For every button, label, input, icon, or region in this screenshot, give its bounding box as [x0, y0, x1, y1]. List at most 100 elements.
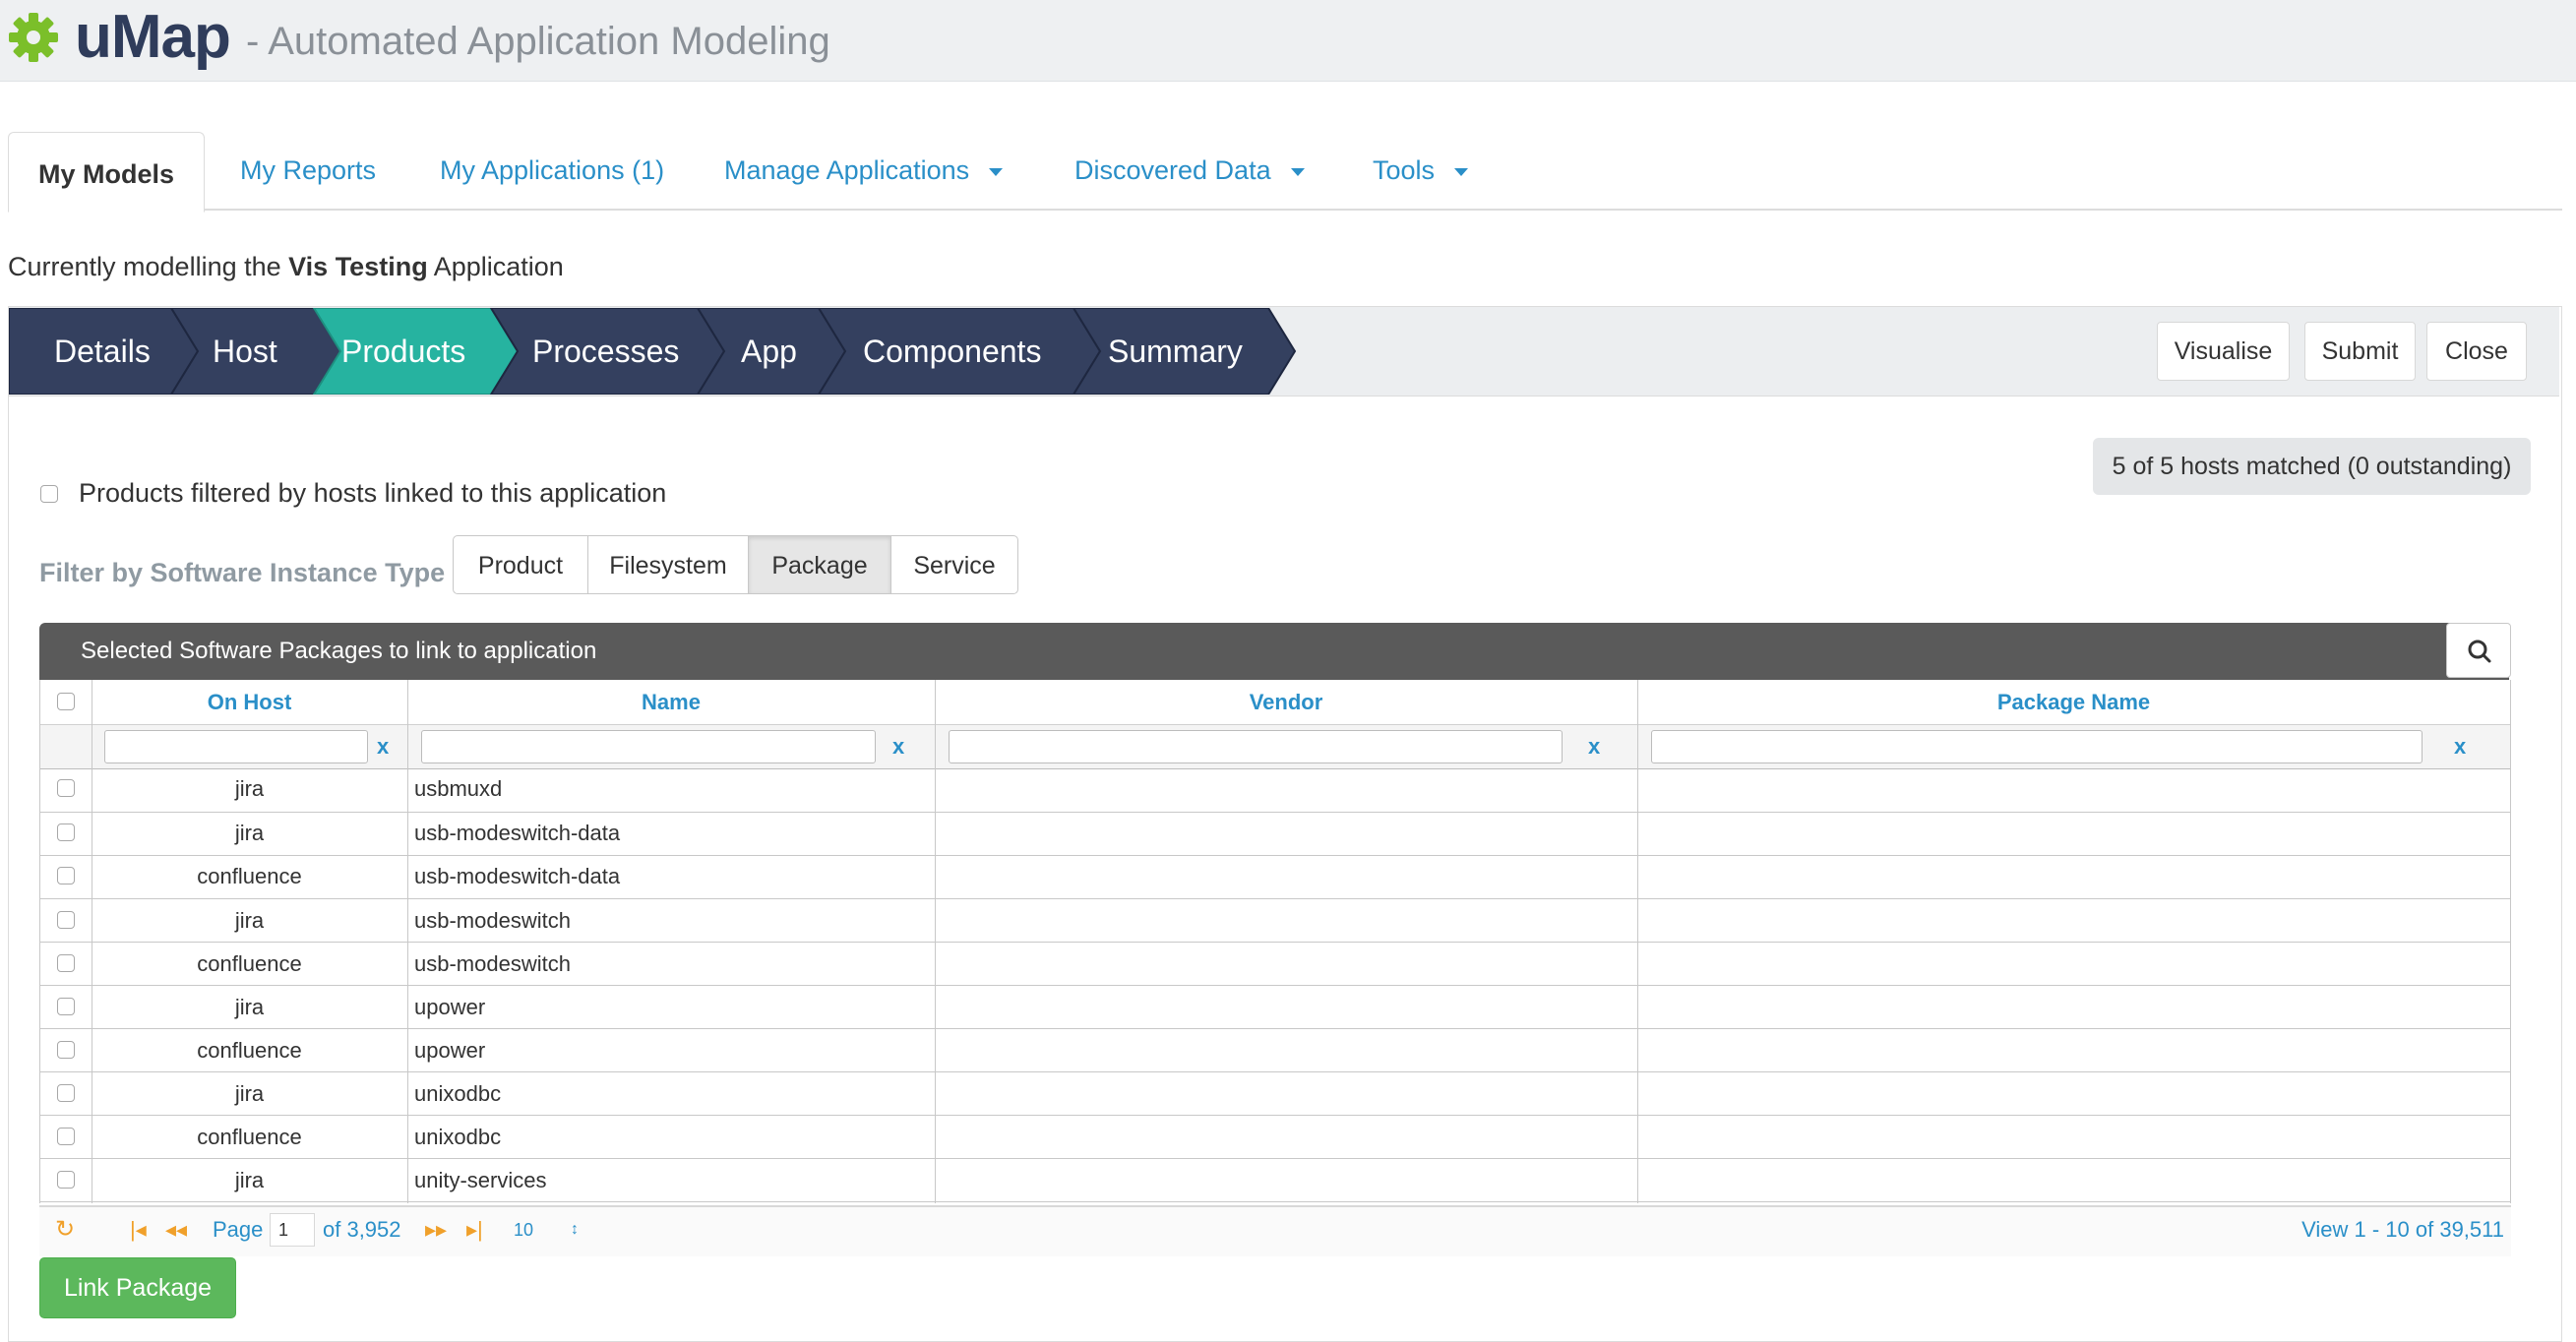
table-row[interactable]: [39, 1116, 2511, 1159]
row-name: usbmuxd: [414, 776, 503, 801]
row-name: usb-modeswitch: [414, 908, 571, 933]
row-checkbox[interactable]: [57, 1041, 75, 1059]
tab-label: Manage Applications: [724, 155, 970, 185]
name-filter-input[interactable]: [421, 730, 876, 763]
prev-page-icon[interactable]: ◂◂: [165, 1212, 187, 1248]
page-size-select[interactable]: 10: [514, 1212, 533, 1248]
wizard-step-processes[interactable]: Processes: [532, 308, 679, 395]
tab-tools[interactable]: Tools: [1373, 132, 1469, 209]
row-checkbox[interactable]: [57, 824, 75, 841]
table-row[interactable]: [39, 1029, 2511, 1072]
column-header-on-host[interactable]: On Host: [92, 680, 407, 724]
row-host: confluence: [197, 864, 302, 888]
modelling-app-name: Vis Testing: [288, 252, 428, 281]
table-row[interactable]: [39, 986, 2511, 1029]
row-checkbox[interactable]: [57, 1128, 75, 1145]
tab-manage-applications[interactable]: Manage Applications: [724, 132, 1004, 209]
tab-my-applications[interactable]: My Applications (1): [440, 132, 664, 209]
row-checkbox[interactable]: [57, 954, 75, 972]
last-page-icon[interactable]: ▸|: [466, 1212, 483, 1248]
row-name: upower: [414, 995, 486, 1019]
submit-button[interactable]: Submit: [2304, 322, 2416, 381]
grid-search-button[interactable]: [2446, 623, 2511, 678]
column-header-package-name[interactable]: Package Name: [1637, 680, 2510, 724]
modelling-prefix: Currently modelling the: [8, 252, 281, 281]
column-separator: [1637, 680, 1638, 1203]
table-row[interactable]: [39, 1072, 2511, 1116]
row-host: jira: [234, 908, 265, 933]
row-host: jira: [234, 1168, 265, 1192]
row-host: jira: [234, 1081, 265, 1106]
wizard-step-app[interactable]: App: [741, 308, 797, 395]
row-host: jira: [234, 776, 265, 801]
vendor-filter-clear[interactable]: x: [1588, 730, 1600, 763]
wizard-step-products[interactable]: Products: [341, 308, 465, 395]
visualise-button[interactable]: Visualise: [2157, 322, 2290, 381]
column-separator: [935, 680, 936, 1203]
type-package-button[interactable]: Package: [748, 535, 891, 594]
column-header-name[interactable]: Name: [407, 680, 935, 724]
tab-bar-divider: [8, 209, 2562, 211]
table-row[interactable]: [39, 899, 2511, 943]
hosts-matched-badge: 5 of 5 hosts matched (0 outstanding): [2093, 438, 2531, 495]
select-arrows-icon[interactable]: ↕: [571, 1212, 579, 1248]
tab-discovered-data[interactable]: Discovered Data: [1074, 132, 1305, 209]
chevron-down-icon: [1454, 167, 1469, 176]
link-package-button[interactable]: Link Package: [39, 1257, 236, 1318]
modelling-status: Currently modelling the Vis Testing Appl…: [8, 252, 564, 282]
tab-label: Discovered Data: [1074, 155, 1271, 185]
tab-my-models[interactable]: My Models: [8, 132, 205, 213]
wizard-step-summary[interactable]: Summary: [1108, 308, 1243, 395]
page-count: of 3,952: [323, 1217, 401, 1242]
row-host: confluence: [197, 951, 302, 976]
table-row[interactable]: [39, 769, 2511, 813]
type-product-button[interactable]: Product: [453, 535, 588, 594]
row-checkbox[interactable]: [57, 911, 75, 929]
grid-border-left: [39, 680, 40, 1203]
app-brand[interactable]: uMap: [75, 2, 231, 72]
column-header-vendor[interactable]: Vendor: [935, 680, 1637, 724]
package-name-filter-clear[interactable]: x: [2454, 730, 2466, 763]
grid-pager: [39, 1205, 2511, 1256]
table-row[interactable]: [39, 813, 2511, 856]
table-row[interactable]: [39, 1159, 2511, 1202]
row-name: unixodbc: [414, 1125, 502, 1149]
wizard-step-components[interactable]: Components: [863, 308, 1041, 395]
filter-by-hosts-checkbox[interactable]: [40, 485, 58, 503]
type-filesystem-button[interactable]: Filesystem: [587, 535, 749, 594]
row-checkbox[interactable]: [57, 779, 75, 797]
refresh-icon[interactable]: ↻: [55, 1212, 75, 1248]
row-checkbox[interactable]: [57, 867, 75, 884]
close-button[interactable]: Close: [2426, 322, 2527, 381]
row-host: jira: [234, 995, 265, 1019]
software-type-filter-label: Filter by Software Instance Type: [39, 558, 446, 587]
tab-label: Tools: [1373, 155, 1436, 185]
row-checkbox[interactable]: [57, 1084, 75, 1102]
table-row[interactable]: [39, 856, 2511, 899]
first-page-icon[interactable]: |◂: [130, 1212, 147, 1248]
filter-by-hosts-label: Products filtered by hosts linked to thi…: [79, 478, 667, 508]
vendor-filter-input[interactable]: [949, 730, 1563, 763]
row-name: usb-modeswitch-data: [414, 864, 621, 888]
on-host-filter-clear[interactable]: x: [377, 730, 389, 763]
package-name-filter-input[interactable]: [1651, 730, 2423, 763]
page-number-input[interactable]: 1: [270, 1213, 315, 1247]
next-page-icon[interactable]: ▸▸: [425, 1212, 447, 1248]
row-checkbox[interactable]: [57, 1171, 75, 1189]
table-row[interactable]: [39, 943, 2511, 986]
wizard-step-host[interactable]: Host: [213, 308, 277, 395]
row-checkbox[interactable]: [57, 998, 75, 1015]
wizard-step-details[interactable]: Details: [54, 308, 151, 395]
search-icon: [2468, 640, 2491, 663]
row-name: usb-modeswitch-data: [414, 821, 621, 845]
on-host-filter-input[interactable]: [104, 730, 368, 763]
name-filter-clear[interactable]: x: [892, 730, 904, 763]
grid-border-right: [2510, 680, 2511, 1203]
tab-label: My Models: [37, 159, 175, 189]
row-host: confluence: [197, 1125, 302, 1149]
type-service-button[interactable]: Service: [890, 535, 1018, 594]
select-all-checkbox[interactable]: [57, 693, 75, 710]
chevron-down-icon: [989, 167, 1004, 176]
row-name: usb-modeswitch: [414, 951, 571, 976]
tab-my-reports[interactable]: My Reports: [240, 132, 376, 209]
